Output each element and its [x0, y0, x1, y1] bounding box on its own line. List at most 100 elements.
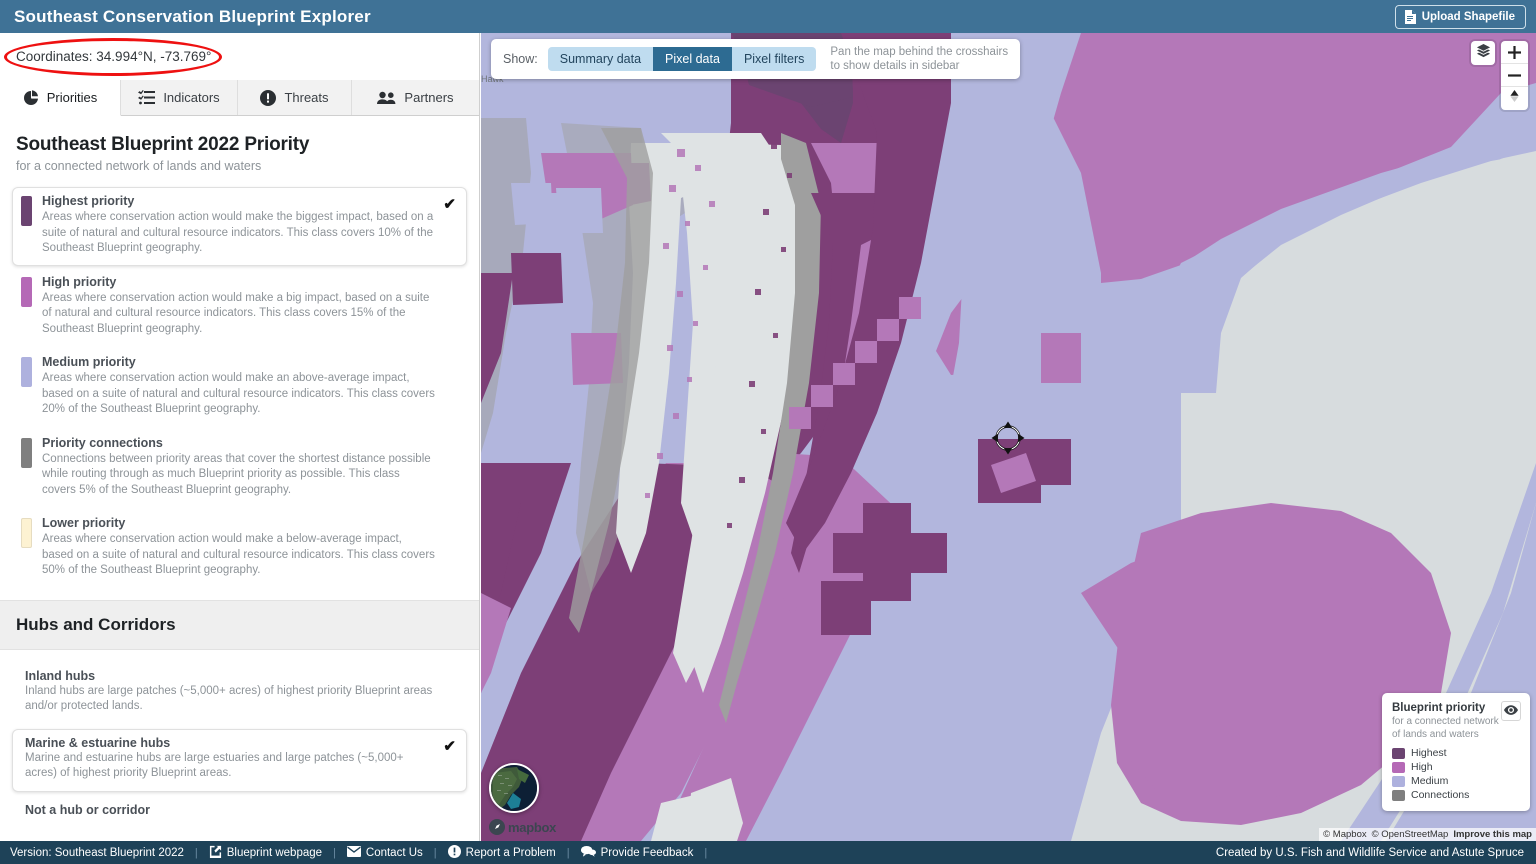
map-controls	[1471, 41, 1528, 110]
tab-threats-label: Threats	[284, 90, 329, 105]
sidebar: Coordinates: 34.994°N, -73.769° Prioriti…	[0, 33, 480, 841]
priority-item-lower[interactable]: Lower priority Areas where conservation …	[12, 509, 467, 588]
layers-icon	[1476, 43, 1491, 63]
hub-label: Inland hubs	[25, 668, 96, 683]
mapbox-label: mapbox	[508, 819, 557, 835]
show-segmented-control: Summary data Pixel data Pixel filters	[547, 47, 817, 71]
footer-links: Version: Southeast Blueprint 2022 | Blue…	[10, 844, 718, 861]
priority-description: Connections between priority areas that …	[42, 452, 431, 496]
legend-label: Highest	[1411, 747, 1447, 759]
sidebar-scroll-area[interactable]: Southeast Blueprint 2022 Priority for a …	[0, 116, 479, 841]
legend-row-medium: Medium	[1392, 775, 1521, 787]
priority-item-medium[interactable]: Medium priority Areas where conservation…	[12, 348, 467, 427]
footer-link-provide-feedback[interactable]: Provide Feedback	[580, 845, 694, 860]
tab-priorities[interactable]: Priorities	[0, 80, 121, 116]
legend-title: Blueprint priority	[1392, 702, 1486, 714]
show-hint-line1: Pan the map behind the crosshairs	[830, 46, 1009, 58]
attribution-osm[interactable]: © OpenStreetMap	[1372, 829, 1449, 840]
priority-item-high[interactable]: High priority Areas where conservation a…	[12, 268, 467, 347]
map-legend: Blueprint priority for a connected netwo…	[1382, 693, 1530, 811]
mapbox-mark-icon	[489, 819, 505, 835]
panel-subtitle: for a connected network of lands and wat…	[16, 159, 262, 173]
legend-subtitle-line2: of lands and waters	[1392, 729, 1479, 740]
legend-swatch	[1392, 761, 1405, 773]
footer-credit: Created by U.S. Fish and Wildlife Servic…	[1215, 846, 1524, 859]
pie-chart-icon	[23, 89, 39, 106]
footer-separator: |	[704, 846, 708, 859]
footer-separator: |	[566, 846, 570, 859]
footer-link-label: Report a Problem	[465, 846, 556, 859]
map-canvas[interactable]: Hawk Show: Summary data Pixel data Pixel…	[481, 33, 1536, 841]
attribution-mapbox[interactable]: © Mapbox	[1323, 829, 1366, 840]
priority-swatch	[21, 357, 32, 387]
page-title: Southeast Conservation Blueprint Explore…	[14, 6, 371, 26]
show-toolbar: Show: Summary data Pixel data Pixel filt…	[491, 39, 1021, 79]
footer-separator: |	[194, 846, 198, 859]
exclamation-circle-icon	[447, 844, 461, 861]
priority-label: High priority	[42, 274, 117, 289]
tab-indicators[interactable]: Indicators	[121, 80, 238, 115]
hub-label: Marine & estuarine hubs	[25, 735, 171, 750]
footer-link-blueprint-webpage[interactable]: Blueprint webpage	[209, 845, 322, 861]
legend-row-highest: Highest	[1392, 747, 1521, 759]
legend-rows: Highest High Medium Connections	[1392, 747, 1521, 801]
show-button-pixel-data[interactable]: Pixel data	[653, 47, 732, 71]
tab-partners-label: Partners	[404, 90, 454, 105]
show-hint: Pan the map behind the crosshairs to sho…	[830, 45, 1008, 73]
hub-label: Not a hub or corridor	[25, 802, 150, 817]
priority-label: Medium priority	[42, 355, 136, 369]
satellite-thumbnail-icon	[491, 765, 537, 811]
footer-link-report-a-problem[interactable]: Report a Problem	[447, 844, 556, 861]
priority-label: Lower priority	[42, 516, 126, 530]
footer-link-label: Blueprint webpage	[226, 846, 323, 859]
show-button-summary-data[interactable]: Summary data	[548, 47, 653, 71]
hubs-section-title: Hubs and Corridors	[16, 614, 176, 634]
coordinates-bar: Coordinates: 34.994°N, -73.769°	[0, 33, 479, 80]
priority-item-highest[interactable]: Highest priority Areas where conservatio…	[12, 187, 467, 266]
compass-button[interactable]	[1501, 87, 1528, 110]
hub-description: Inland hubs are large patches (~5,000+ a…	[25, 684, 433, 713]
legend-subtitle-line1: for a connected network	[1392, 716, 1499, 727]
hubs-section-header: Hubs and Corridors	[0, 599, 479, 650]
basemap-toggle-button[interactable]	[489, 763, 539, 813]
app-header: Southeast Conservation Blueprint Explore…	[0, 0, 1536, 33]
checklist-icon	[138, 90, 156, 105]
hub-item-not-a-hub[interactable]: Not a hub or corridor	[12, 796, 467, 827]
people-icon	[377, 91, 396, 105]
legend-visibility-toggle[interactable]	[1501, 701, 1521, 721]
footer-link-label: Contact Us	[365, 846, 423, 859]
priority-swatch	[21, 196, 32, 226]
zoom-out-button[interactable]	[1501, 64, 1528, 87]
legend-row-connections: Connections	[1392, 789, 1521, 801]
priority-swatch	[21, 518, 32, 548]
priority-description: Areas where conservation action would ma…	[42, 291, 430, 335]
footer-link-label: Provide Feedback	[600, 846, 694, 859]
priority-item-connections[interactable]: Priority connections Connections between…	[12, 429, 467, 508]
hub-item-inland-hubs[interactable]: Inland hubs Inland hubs are large patche…	[12, 662, 467, 725]
footer-link-contact-us[interactable]: Contact Us	[346, 845, 423, 860]
show-button-pixel-filters[interactable]: Pixel filters	[732, 47, 816, 71]
tab-threats[interactable]: Threats	[238, 80, 352, 115]
legend-swatch	[1392, 775, 1405, 787]
priority-label: Highest priority	[42, 194, 135, 208]
panel-title: Southeast Blueprint 2022 Priority	[16, 134, 310, 155]
show-hint-line2: to show details in sidebar	[830, 60, 960, 72]
layers-button[interactable]	[1471, 41, 1495, 65]
app-footer: Version: Southeast Blueprint 2022 | Blue…	[0, 841, 1536, 864]
legend-label: Medium	[1411, 775, 1449, 787]
mapbox-logo[interactable]: mapbox	[489, 819, 556, 835]
hub-description: Marine and estuarine hubs are large estu…	[25, 751, 404, 780]
priority-description: Areas where conservation action would ma…	[42, 533, 435, 576]
zoom-in-button[interactable]	[1501, 41, 1528, 64]
hubs-list: Inland hubs Inland hubs are large patche…	[0, 650, 479, 842]
legend-label: Connections	[1411, 789, 1470, 801]
tab-partners[interactable]: Partners	[352, 80, 479, 115]
envelope-icon	[346, 845, 361, 860]
eye-icon	[1504, 702, 1518, 720]
tab-priorities-label: Priorities	[46, 90, 98, 105]
legend-swatch	[1392, 747, 1405, 759]
attribution-improve-map[interactable]: Improve this map	[1453, 829, 1532, 840]
hub-item-marine-estuarine-hubs[interactable]: Marine & estuarine hubs Marine and estua…	[12, 728, 467, 792]
upload-shapefile-button[interactable]: Upload Shapefile	[1394, 4, 1526, 29]
sidebar-tabs: Priorities Indicators Threats Partners	[0, 80, 479, 116]
